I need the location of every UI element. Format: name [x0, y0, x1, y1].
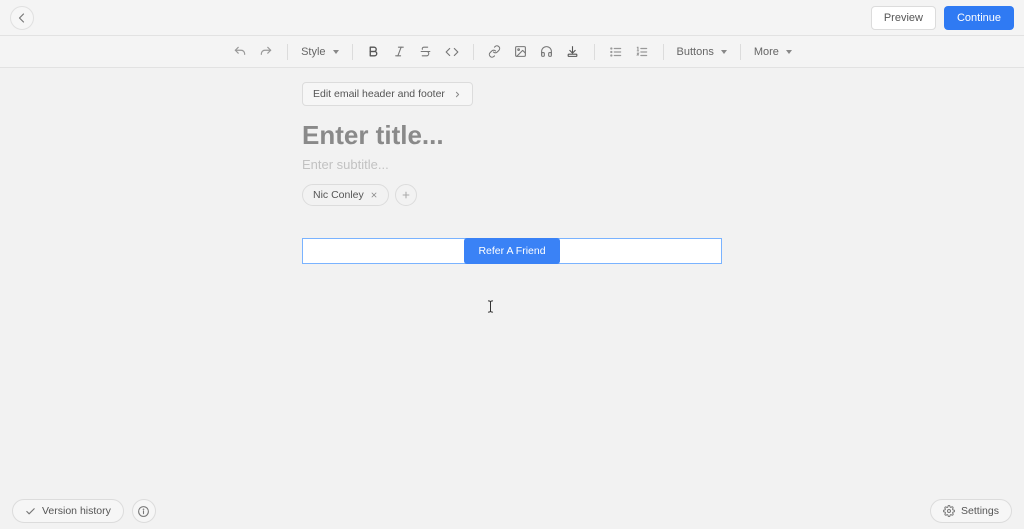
bold-icon [367, 45, 380, 58]
download-icon [566, 45, 579, 58]
strikethrough-button[interactable] [415, 41, 437, 63]
version-history-label: Version history [42, 505, 111, 517]
close-icon [370, 191, 378, 199]
preview-button[interactable]: Preview [871, 6, 936, 30]
redo-icon [259, 45, 273, 59]
embed-button[interactable] [562, 41, 584, 63]
undo-icon [233, 45, 247, 59]
ordered-list-button[interactable] [631, 41, 653, 63]
editor-canvas[interactable]: Edit email header and footer Nic Conley … [0, 68, 1024, 529]
separator [473, 44, 474, 60]
plus-icon [401, 190, 411, 200]
image-icon [514, 45, 527, 58]
add-author-button[interactable] [395, 184, 417, 206]
text-cursor-icon [487, 300, 494, 313]
separator [287, 44, 288, 60]
settings-label: Settings [961, 505, 999, 517]
continue-button[interactable]: Continue [944, 6, 1014, 30]
separator [740, 44, 741, 60]
gear-icon [943, 505, 955, 517]
check-icon [25, 506, 36, 517]
author-row: Nic Conley [302, 184, 722, 206]
toolbar-inner: Style [229, 41, 795, 63]
code-button[interactable] [441, 41, 463, 63]
settings-button[interactable]: Settings [930, 499, 1012, 523]
strikethrough-icon [419, 45, 432, 58]
more-dropdown[interactable]: More [751, 41, 795, 63]
edit-header-footer-button[interactable]: Edit email header and footer [302, 82, 473, 106]
separator [352, 44, 353, 60]
unordered-list-button[interactable] [605, 41, 627, 63]
audio-button[interactable] [536, 41, 558, 63]
top-header: Preview Continue [0, 0, 1024, 36]
info-icon [137, 505, 150, 518]
title-input[interactable] [302, 120, 722, 151]
image-button[interactable] [510, 41, 532, 63]
arrow-left-icon [16, 12, 28, 24]
redo-button[interactable] [255, 41, 277, 63]
buttons-label: Buttons [677, 46, 714, 58]
selected-button-block[interactable]: Refer A Friend [302, 238, 722, 264]
chevron-right-icon [453, 90, 462, 99]
list-ol-icon [635, 45, 649, 59]
bottom-right: Settings [930, 499, 1012, 523]
link-button[interactable] [484, 41, 506, 63]
link-icon [488, 45, 501, 58]
italic-icon [393, 45, 406, 58]
separator [663, 44, 664, 60]
bottom-bar: Version history Settings [0, 493, 1024, 529]
refer-a-friend-button[interactable]: Refer A Friend [464, 238, 559, 264]
more-label: More [754, 46, 779, 58]
separator [594, 44, 595, 60]
editor-body: Edit email header and footer Nic Conley … [302, 82, 722, 264]
editor-toolbar: Style [0, 36, 1024, 68]
italic-button[interactable] [389, 41, 411, 63]
undo-button[interactable] [229, 41, 251, 63]
subtitle-input[interactable] [302, 157, 722, 172]
edit-header-footer-label: Edit email header and footer [313, 88, 445, 100]
headphones-icon [540, 45, 553, 58]
buttons-dropdown[interactable]: Buttons [674, 41, 730, 63]
code-icon [445, 45, 459, 59]
header-actions: Preview Continue [871, 6, 1014, 30]
author-name: Nic Conley [313, 189, 364, 201]
bold-button[interactable] [363, 41, 385, 63]
style-label: Style [301, 46, 325, 58]
list-ul-icon [609, 45, 623, 59]
author-remove-button[interactable] [370, 191, 378, 199]
back-button[interactable] [10, 6, 34, 30]
bottom-left: Version history [12, 499, 156, 523]
author-chip[interactable]: Nic Conley [302, 184, 389, 206]
style-dropdown[interactable]: Style [298, 41, 341, 63]
version-history-button[interactable]: Version history [12, 499, 124, 523]
info-button[interactable] [132, 499, 156, 523]
